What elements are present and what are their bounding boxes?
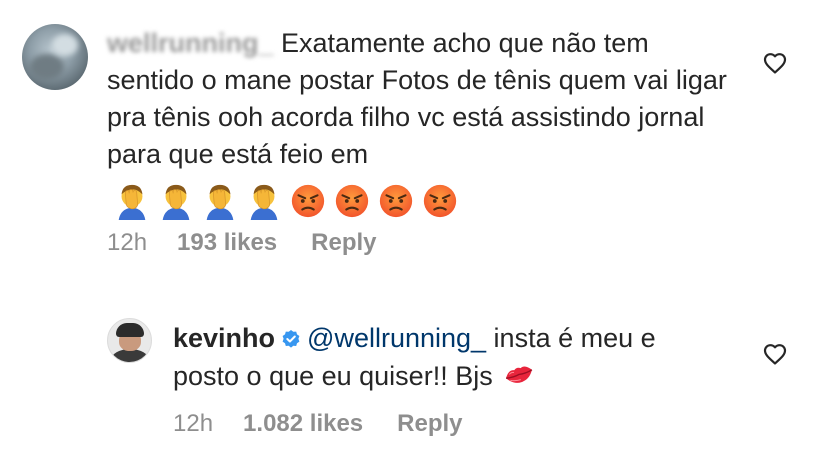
avatar[interactable] <box>107 318 152 363</box>
man-facepalming-icon <box>118 184 146 220</box>
avatar-hair <box>116 323 144 337</box>
man-facepalming-icon <box>162 184 190 220</box>
angry-face-icon <box>379 184 413 218</box>
verified-badge-icon <box>282 330 300 348</box>
angry-face-icon <box>423 184 457 218</box>
man-facepalming-icon <box>250 184 278 220</box>
mention-link[interactable]: @wellrunning_ <box>307 323 486 353</box>
reply-button[interactable]: Reply <box>311 229 376 257</box>
man-facepalming-icon <box>206 184 234 220</box>
kiss-mark-icon <box>506 366 533 383</box>
avatar-shoulders <box>111 349 149 362</box>
avatar-blur <box>30 54 64 80</box>
avatar-blur <box>52 34 78 56</box>
comment-likes[interactable]: 193 likes <box>177 229 277 257</box>
heart-icon[interactable] <box>762 51 788 75</box>
comment-username[interactable]: kevinho <box>173 323 275 353</box>
emoji-row <box>107 181 459 220</box>
comment-username[interactable]: wellrunning_ <box>107 28 274 58</box>
angry-face-icon <box>335 184 369 218</box>
comment-body: kevinho @wellrunning_ insta é meu e posto… <box>173 320 693 395</box>
comment-time: 12h <box>107 229 148 256</box>
heart-icon[interactable] <box>762 342 788 366</box>
comment-meta: 12h 193 likes Reply <box>107 229 377 257</box>
comment-time: 12h <box>173 410 214 437</box>
comment-likes[interactable]: 1.082 likes <box>243 410 363 438</box>
avatar[interactable] <box>22 24 88 90</box>
angry-face-icon <box>291 184 325 218</box>
comment-body: wellrunning_ Exatamente acho que não tem… <box>107 25 727 220</box>
reply-button[interactable]: Reply <box>397 410 462 438</box>
comment-meta: 12h 1.082 likes Reply <box>173 410 463 438</box>
